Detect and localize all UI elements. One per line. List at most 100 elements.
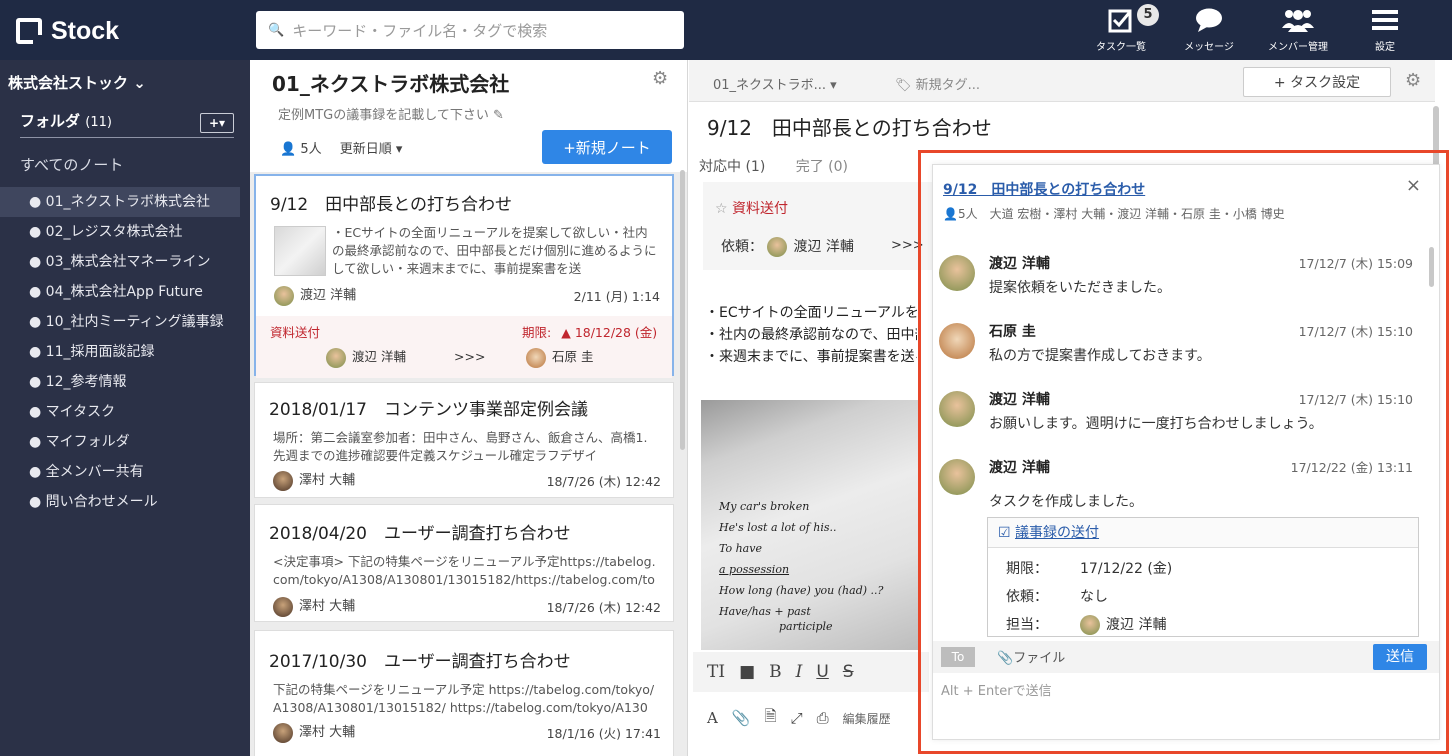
chat-message-input[interactable]: Alt + Enterで送信: [941, 680, 1052, 699]
note-card[interactable]: 2017/10/30 ユーザー調査打ち合わせ 下記の特集ページをリニューアル予定…: [254, 630, 674, 756]
pencil-icon[interactable]: ✎: [493, 108, 504, 123]
deadline-date: 18/12/28 (金): [574, 325, 658, 340]
bold-icon[interactable]: B: [769, 662, 782, 682]
nav-messages[interactable]: メッセージ: [1176, 6, 1242, 58]
chat-compose-bar: To 📎ファイル 送信: [933, 641, 1439, 673]
person-icon: 👤: [280, 142, 297, 157]
message-author: 石原 圭: [989, 324, 1036, 340]
message-time: 17/12/7 (木) 15:10: [1298, 392, 1413, 407]
close-icon[interactable]: ×: [1406, 175, 1421, 196]
text-size-icon[interactable]: TI: [707, 662, 725, 682]
tab-in-progress[interactable]: 対応中 (1): [699, 159, 765, 175]
company-name: 株式会社ストック: [8, 74, 129, 92]
chat-title[interactable]: 9/12 田中部長との打ち合わせ: [943, 179, 1145, 199]
edit-history-link[interactable]: 編集履歴: [843, 710, 891, 727]
task-box-header[interactable]: ☑ 議事録の送付: [988, 518, 1418, 548]
checklist-icon: 5: [1107, 4, 1159, 38]
expand-icon[interactable]: ⤢: [791, 709, 803, 727]
attachment-icon[interactable]: 📎: [732, 709, 751, 727]
note-card-date: 18/7/26 (木) 12:42: [546, 474, 661, 489]
avatar: [273, 722, 293, 743]
folder-breadcrumb[interactable]: 01_ネクストラボ... ▾: [713, 74, 837, 93]
note-card-author: 澤村 大輔: [273, 721, 355, 743]
owner-label: 担当：: [1006, 617, 1048, 633]
gear-icon[interactable]: ⚙: [652, 68, 668, 89]
note-list-panel: 01_ネクストラボ株式会社 ⚙ 定例MTGの議事録を記載して下さい ✎ 👤 5人…: [250, 60, 688, 756]
chat-message: 渡辺 洋輔 17/12/22 (金) 13:11 タスクを作成しました。: [933, 457, 1433, 517]
document-icon[interactable]: 🗎: [765, 706, 777, 731]
gear-icon[interactable]: ⚙: [1405, 70, 1421, 91]
strikethrough-icon[interactable]: S: [843, 662, 854, 682]
sidebar-item-myfolder[interactable]: ● マイフォルダ: [0, 427, 250, 457]
underline-icon[interactable]: U: [816, 662, 828, 682]
star-icon[interactable]: ☆: [715, 201, 728, 217]
app-logo[interactable]: Stock: [16, 16, 119, 46]
sidebar-item-nextlabo[interactable]: ● 01_ネクストラボ株式会社: [0, 187, 240, 217]
company-switcher[interactable]: 株式会社ストック ⌄: [8, 72, 146, 93]
sidebar-item-moneyline[interactable]: ● 03_株式会社マネーライン: [0, 247, 250, 277]
folder-description-text: 定例MTGの議事録を記載して下さい: [278, 108, 489, 123]
note-body[interactable]: ・ECサイトの全面リニューアルを提案して欲しい ・社内の最終承認前なので、田中部…: [705, 302, 917, 368]
task-card[interactable]: ☆ 資料送付 依頼： 渡辺 洋輔 >>>: [703, 182, 933, 270]
avatar: [767, 237, 788, 257]
message-text: タスクを作成しました。: [989, 494, 1143, 510]
note-list-scrollbar[interactable]: [680, 170, 685, 450]
nav-settings-label: 設定: [1375, 42, 1395, 53]
whiteboard-line: My car's broken: [719, 500, 810, 513]
task-to-name: 石原 圭: [552, 349, 594, 364]
message-time: 17/12/7 (木) 15:10: [1298, 324, 1413, 339]
new-note-button[interactable]: +新規ノート: [542, 130, 672, 164]
message-author: 渡辺 洋輔: [989, 460, 1050, 476]
chat-scrollbar[interactable]: [1429, 247, 1434, 287]
note-card-snippet: 下記の特集ページをリニューアル予定 https://tabelog.com/to…: [273, 682, 655, 715]
sidebar-item-meetings[interactable]: ● 10_社内ミーティング議事録: [0, 307, 250, 337]
note-card-snippet: <決定事項> 下記の特集ページをリニューアル予定https://tabelog.…: [273, 554, 656, 587]
task-from-name: 渡辺 洋輔: [352, 349, 406, 364]
color-icon[interactable]: ■: [739, 662, 755, 682]
sidebar-item-regista[interactable]: ● 02_レジスタ株式会社: [0, 217, 250, 247]
note-card[interactable]: 2018/04/20 ユーザー調査打ち合わせ <決定事項> 下記の特集ページをリ…: [254, 504, 674, 622]
member-count[interactable]: 5人: [300, 142, 321, 157]
hamburger-menu-icon: [1371, 6, 1399, 38]
tag-input[interactable]: 🏷 新規タグ...: [895, 74, 980, 93]
task-settings-button[interactable]: + タスク設定: [1243, 67, 1391, 97]
nav-messages-label: メッセージ: [1184, 42, 1234, 53]
sort-dropdown[interactable]: 更新日順 ▾: [340, 142, 403, 157]
send-button[interactable]: 送信: [1373, 644, 1427, 670]
add-folder-button[interactable]: +▾: [200, 113, 234, 133]
sidebar-item-inquiry[interactable]: ● 問い合わせメール: [0, 487, 250, 517]
task-deadline-row: 期限： 17/12/22 (金): [1006, 558, 1172, 578]
nav-settings[interactable]: 設定: [1362, 6, 1408, 58]
note-card[interactable]: 2018/01/17 コンテンツ事業部定例会議 場所：第二会議室参加者：田中さん…: [254, 382, 674, 498]
nav-members[interactable]: メンバー管理: [1260, 6, 1336, 58]
note-card[interactable]: 9/12 田中部長との打ち合わせ ・ECサイトの全面リニューアルを提案して欲しい…: [254, 174, 674, 378]
whiteboard-line: participle: [779, 620, 833, 633]
search-input[interactable]: 🔍 キーワード・ファイル名・タグで検索: [256, 11, 684, 49]
folder-header: フォルダ (11) +▾: [20, 110, 234, 138]
all-notes-link[interactable]: すべてのノート: [20, 154, 123, 175]
font-icon[interactable]: A: [707, 709, 718, 727]
tag-icon: 🏷: [895, 78, 912, 93]
nav-tasks-label: タスク一覧: [1096, 42, 1146, 53]
sidebar-item-reference[interactable]: ● 12_参考情報: [0, 367, 250, 397]
note-card-date: 18/7/26 (木) 12:42: [546, 600, 661, 615]
print-icon[interactable]: ⎙: [817, 709, 829, 727]
nav-tasks[interactable]: 5 タスク一覧: [1088, 4, 1159, 58]
insert-toolbar: A 📎 🗎 ⤢ ⎙ 編集履歴: [693, 700, 929, 736]
message-time: 17/12/22 (金) 13:11: [1290, 460, 1413, 475]
sidebar-item-shared[interactable]: ● 全メンバー共有: [0, 457, 250, 487]
to-button[interactable]: To: [941, 647, 975, 667]
note-title[interactable]: 9/12 田中部長との打ち合わせ: [707, 112, 992, 141]
format-toolbar: TI ■ B I U S: [693, 652, 929, 692]
sidebar-item-mytasks[interactable]: ● マイタスク: [0, 397, 250, 427]
requester-value: なし: [1080, 589, 1108, 605]
tab-completed[interactable]: 完了 (0): [796, 159, 848, 175]
italic-icon[interactable]: I: [796, 662, 803, 682]
task-strip[interactable]: 資料送付 期限: ▲ 18/12/28 (金) 渡辺 洋輔 >>> 石原 圭: [256, 316, 672, 378]
message-text: 提案依頼をいただきました。: [989, 280, 1171, 296]
attach-file-button[interactable]: 📎ファイル: [997, 647, 1065, 666]
task-requester: 依頼： 渡辺 洋輔: [721, 236, 854, 257]
sidebar-item-recruiting[interactable]: ● 11_採用面談記録: [0, 337, 250, 367]
author-name: 渡辺 洋輔: [300, 288, 357, 303]
sidebar-item-appfuture[interactable]: ● 04_株式会社App Future: [0, 277, 250, 307]
